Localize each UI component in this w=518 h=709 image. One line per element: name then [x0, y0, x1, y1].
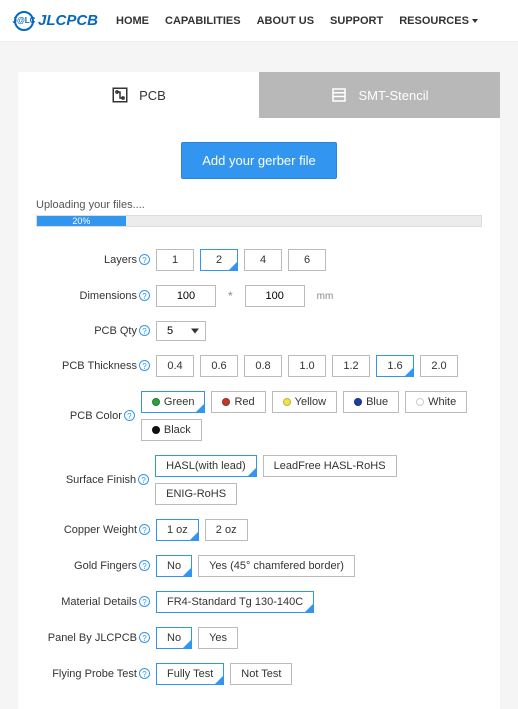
probe-options: Fully Test Not Test	[156, 663, 292, 685]
label-color: PCB Color?	[36, 410, 141, 422]
label-layers: Layers?	[36, 254, 156, 266]
dimension-height-input[interactable]	[245, 285, 305, 307]
thickness-option[interactable]: 1.6	[376, 355, 414, 377]
help-icon[interactable]: ?	[139, 254, 150, 265]
gold-option[interactable]: Yes (45° chamfered border)	[198, 555, 355, 577]
label-dimensions: Dimensions?	[36, 290, 156, 302]
top-nav: J@LC JLCPCB HOME CAPABILITIES ABOUT US S…	[0, 0, 518, 42]
surface-options: HASL(with lead) LeadFree HASL-RoHS ENIG-Ro…	[155, 455, 482, 505]
pcb-icon	[111, 86, 129, 104]
color-swatch-icon	[283, 398, 291, 406]
layers-options: 1246	[156, 249, 326, 271]
color-option[interactable]: Black	[141, 419, 202, 441]
logo-text: JLCPCB	[38, 12, 98, 29]
material-options: FR4-Standard Tg 130-140C	[156, 591, 314, 613]
label-surface: Surface Finish?	[36, 474, 155, 486]
color-swatch-icon	[416, 398, 424, 406]
upload-progress: 20%	[36, 215, 482, 227]
main-nav: HOME CAPABILITIES ABOUT US SUPPORT RESOU…	[116, 15, 478, 27]
color-swatch-icon	[354, 398, 362, 406]
pcb-form: Add your gerber file Uploading your file…	[18, 118, 500, 709]
logo-icon: J@LC	[14, 11, 34, 31]
color-swatch-icon	[222, 398, 230, 406]
color-option[interactable]: Yellow	[272, 391, 337, 413]
help-icon[interactable]: ?	[139, 360, 150, 371]
help-icon[interactable]: ?	[139, 668, 150, 679]
color-options: GreenRed Yellow Blue White Black	[141, 391, 482, 441]
nav-capabilities[interactable]: CAPABILITIES	[165, 15, 241, 27]
upload-progress-fill: 20%	[37, 216, 126, 226]
help-icon[interactable]: ?	[139, 524, 150, 535]
thickness-options: 0.4 0.6 0.8 1.0 1.2 1.6 2.0	[156, 355, 458, 377]
thickness-option[interactable]: 1.0	[288, 355, 326, 377]
color-option[interactable]: Blue	[343, 391, 399, 413]
surface-option[interactable]: LeadFree HASL-RoHS	[263, 455, 397, 477]
label-gold: Gold Fingers?	[36, 560, 156, 572]
label-probe: Flying Probe Test?	[36, 668, 156, 680]
panel-options: No Yes	[156, 627, 238, 649]
nav-resources[interactable]: RESOURCES	[399, 15, 478, 27]
color-option[interactable]: Red	[211, 391, 265, 413]
material-option[interactable]: FR4-Standard Tg 130-140C	[156, 591, 314, 613]
nav-home[interactable]: HOME	[116, 15, 149, 27]
logo[interactable]: J@LC JLCPCB	[14, 11, 98, 31]
gold-options: No Yes (45° chamfered border)	[156, 555, 355, 577]
tab-stencil-label: SMT-Stencil	[358, 88, 428, 103]
layers-option[interactable]: 2	[200, 249, 238, 271]
upload-status-text: Uploading your files....	[36, 199, 482, 211]
product-tabs: PCB SMT-Stencil	[18, 72, 500, 118]
help-icon[interactable]: ?	[124, 410, 135, 421]
label-copper: Copper Weight?	[36, 524, 156, 536]
label-qty: PCB Qty?	[36, 325, 156, 337]
layers-option[interactable]: 4	[244, 249, 282, 271]
probe-option[interactable]: Fully Test	[156, 663, 224, 685]
thickness-option[interactable]: 0.8	[244, 355, 282, 377]
stencil-icon	[330, 86, 348, 104]
nav-support[interactable]: SUPPORT	[330, 15, 383, 27]
help-icon[interactable]: ?	[139, 596, 150, 607]
layers-option[interactable]: 6	[288, 249, 326, 271]
dimension-separator: *	[222, 289, 239, 303]
help-icon[interactable]: ?	[139, 632, 150, 643]
dimension-unit: mm	[311, 291, 334, 302]
help-icon[interactable]: ?	[138, 474, 149, 485]
tab-pcb[interactable]: PCB	[18, 72, 259, 118]
upload-button[interactable]: Add your gerber file	[181, 142, 336, 179]
tab-stencil[interactable]: SMT-Stencil	[259, 72, 500, 118]
color-swatch-icon	[152, 426, 160, 434]
thickness-option[interactable]: 0.4	[156, 355, 194, 377]
panel-option[interactable]: Yes	[198, 627, 238, 649]
thickness-option[interactable]: 0.6	[200, 355, 238, 377]
copper-option[interactable]: 1 oz	[156, 519, 199, 541]
panel-option[interactable]: No	[156, 627, 192, 649]
nav-resources-label: RESOURCES	[399, 15, 469, 27]
dimension-width-input[interactable]	[156, 285, 216, 307]
color-option[interactable]: Green	[141, 391, 206, 413]
help-icon[interactable]: ?	[139, 325, 150, 336]
probe-option[interactable]: Not Test	[230, 663, 292, 685]
help-icon[interactable]: ?	[139, 560, 150, 571]
copper-options: 1 oz 2 oz	[156, 519, 248, 541]
label-thickness: PCB Thickness?	[36, 360, 156, 372]
color-option[interactable]: White	[405, 391, 467, 413]
nav-about[interactable]: ABOUT US	[257, 15, 314, 27]
thickness-option[interactable]: 1.2	[332, 355, 370, 377]
copper-option[interactable]: 2 oz	[205, 519, 248, 541]
label-panel: Panel By JLCPCB?	[36, 632, 156, 644]
layers-option[interactable]: 1	[156, 249, 194, 271]
chevron-down-icon	[472, 19, 478, 23]
thickness-option[interactable]: 2.0	[420, 355, 458, 377]
color-swatch-icon	[152, 398, 160, 406]
label-material: Material Details?	[36, 596, 156, 608]
surface-option[interactable]: HASL(with lead)	[155, 455, 256, 477]
help-icon[interactable]: ?	[139, 290, 150, 301]
gold-option[interactable]: No	[156, 555, 192, 577]
tab-pcb-label: PCB	[139, 88, 166, 103]
qty-select[interactable]: 5	[156, 321, 206, 341]
surface-option[interactable]: ENIG-RoHS	[155, 483, 237, 505]
